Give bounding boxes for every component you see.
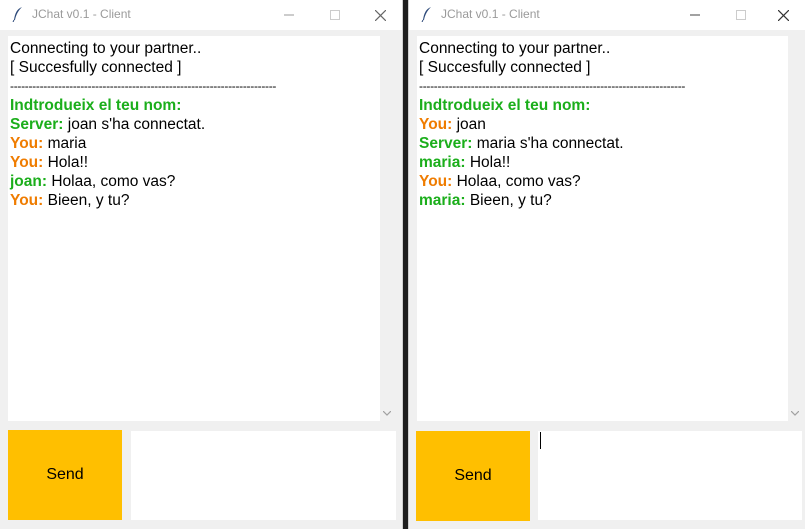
- scroll-down-icon[interactable]: [791, 411, 799, 417]
- close-button[interactable]: [760, 0, 805, 30]
- chat-line: joan: Holaa, como vas?: [10, 172, 378, 191]
- chat-line: Connecting to your partner..: [419, 40, 611, 57]
- feather-icon: [421, 7, 431, 22]
- speaker-label: maria:: [419, 192, 466, 209]
- chat-line: Indtrodueix el teu nom:: [10, 96, 378, 115]
- chat-line: You: Holaa, como vas?: [419, 172, 786, 191]
- speaker-label: You:: [10, 135, 44, 152]
- maximize-button[interactable]: [312, 0, 358, 30]
- text-cursor: [540, 432, 541, 449]
- chat-line: [ Succesfully connected ]: [419, 59, 591, 76]
- close-button[interactable]: [357, 0, 403, 30]
- prompt-label: Indtrodueix el teu nom:: [419, 97, 591, 114]
- close-icon: [374, 9, 386, 21]
- maximize-icon: [330, 10, 340, 20]
- send-button[interactable]: Send: [416, 431, 530, 521]
- separator-line: ----------------------------------------…: [419, 79, 686, 93]
- maximize-icon: [736, 10, 746, 20]
- speaker-label: Server:: [10, 116, 64, 133]
- chat-log[interactable]: Connecting to your partner.. [ Succesful…: [8, 36, 380, 421]
- title-bar[interactable]: JChat v0.1 - Client: [409, 0, 805, 30]
- message-text: Holaa, como vas?: [51, 173, 176, 190]
- chat-line: maria: Hola!!: [419, 153, 786, 172]
- message-text: joan: [456, 116, 486, 133]
- message-text: Hola!!: [469, 154, 511, 171]
- message-text: Bieen, y tu?: [47, 192, 130, 209]
- chat-log[interactable]: Connecting to your partner.. [ Succesful…: [417, 36, 788, 421]
- maximize-button[interactable]: [718, 0, 764, 30]
- minimize-button[interactable]: [672, 0, 718, 30]
- chat-line: Server: joan s'ha connectat.: [10, 115, 378, 134]
- chat-window-left: JChat v0.1 - Client Connecting to your p…: [0, 0, 403, 529]
- message-text: Holaa, como vas?: [456, 173, 581, 190]
- speaker-label: You:: [10, 192, 44, 209]
- speaker-label: Server:: [419, 135, 473, 152]
- message-text: Hola!!: [47, 154, 89, 171]
- chat-line: You: maria: [10, 134, 378, 153]
- message-text: maria: [47, 135, 87, 152]
- speaker-label: You:: [10, 154, 44, 171]
- minimize-icon: [284, 14, 294, 16]
- chat-line: Server: maria s'ha connectat.: [419, 134, 786, 153]
- speaker-label: You:: [419, 173, 453, 190]
- send-button[interactable]: Send: [8, 430, 122, 520]
- minimize-button[interactable]: [266, 0, 312, 30]
- chat-line: maria: Bieen, y tu?: [419, 191, 786, 210]
- chat-line: You: Hola!!: [10, 153, 378, 172]
- chat-line: Indtrodueix el teu nom:: [419, 96, 786, 115]
- message-text: Bieen, y tu?: [469, 192, 552, 209]
- close-icon: [777, 9, 789, 21]
- prompt-label: Indtrodueix el teu nom:: [10, 97, 182, 114]
- message-text: maria s'ha connectat.: [476, 135, 624, 152]
- chat-line: You: Bieen, y tu?: [10, 191, 378, 210]
- chat-line: Connecting to your partner..: [10, 40, 202, 57]
- speaker-label: joan:: [10, 173, 48, 190]
- chat-scrollbar[interactable]: [380, 36, 394, 421]
- chat-window-right: JChat v0.1 - Client Connecting to your p…: [408, 0, 805, 529]
- separator-line: ----------------------------------------…: [10, 79, 277, 93]
- speaker-label: maria:: [419, 154, 466, 171]
- chat-line: You: joan: [419, 115, 786, 134]
- minimize-icon: [690, 14, 700, 16]
- chat-scrollbar[interactable]: [788, 36, 802, 421]
- feather-icon: [12, 7, 22, 22]
- window-title: JChat v0.1 - Client: [32, 7, 131, 21]
- title-bar[interactable]: JChat v0.1 - Client: [0, 0, 402, 30]
- window-title: JChat v0.1 - Client: [441, 7, 540, 21]
- scroll-down-icon[interactable]: [383, 411, 391, 417]
- chat-line: [ Succesfully connected ]: [10, 59, 182, 76]
- message-input[interactable]: [538, 431, 802, 520]
- speaker-label: You:: [419, 116, 453, 133]
- message-input[interactable]: [131, 431, 396, 520]
- message-text: joan s'ha connectat.: [67, 116, 206, 133]
